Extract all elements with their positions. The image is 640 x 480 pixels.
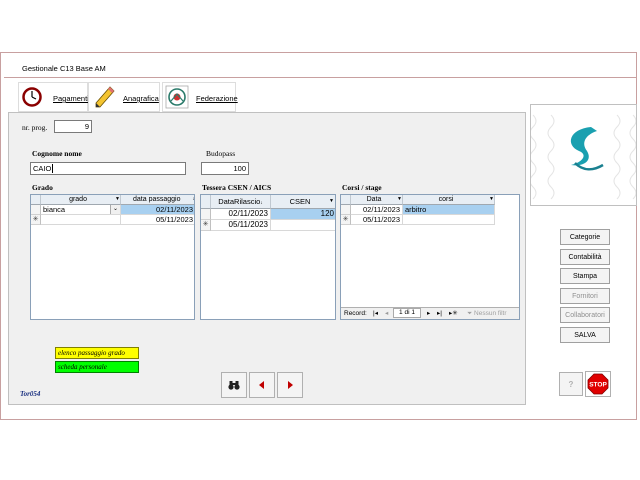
row-selector[interactable] xyxy=(31,205,41,215)
tessera-section-label: Tessera CSEN / AICS xyxy=(202,183,272,192)
new-record-icon[interactable]: ▸✳ xyxy=(449,308,458,319)
cognome-value: CAIO xyxy=(33,164,52,173)
grado-cell[interactable]: bianca ⌄ xyxy=(41,205,121,215)
wave-logo-icon xyxy=(531,114,636,200)
csen-cell[interactable]: 120 xyxy=(271,209,335,220)
filter-icon: ⏷ xyxy=(467,310,473,317)
tab-federazione[interactable]: Federazione xyxy=(162,82,238,112)
new-row-icon[interactable]: ✳ xyxy=(31,215,41,225)
text-cursor xyxy=(52,164,54,173)
stop-sign-icon: STOP xyxy=(587,373,609,395)
data-passaggio-col-header[interactable]: data passaggio ↓ xyxy=(121,195,195,205)
next-button[interactable] xyxy=(277,372,303,398)
row-selector[interactable] xyxy=(201,209,211,220)
categorie-button[interactable]: Categorie xyxy=(560,229,610,245)
data-col-header[interactable]: Data ▼ xyxy=(351,195,403,205)
csen-col-header[interactable]: CSEN ▼ xyxy=(271,195,335,209)
tab-anagrafica[interactable]: Anagrafica xyxy=(88,82,160,112)
data-rilascio-cell[interactable]: 05/11/2023 xyxy=(211,220,271,231)
csen-cell[interactable] xyxy=(271,220,335,231)
corsi-col-header[interactable]: corsi ▼ xyxy=(403,195,495,205)
tessera-col-data-label: DataRilascio xyxy=(218,197,261,206)
cognome-field[interactable]: CAIO xyxy=(30,162,186,175)
tab-federazione-label: Federazione xyxy=(196,94,238,103)
arrow-right-icon xyxy=(288,381,293,389)
footer-code: Tor054 xyxy=(20,390,41,398)
next-record-icon[interactable]: ▸ xyxy=(427,308,430,319)
corsi-col-corsi-label: corsi xyxy=(438,196,454,203)
grado-grid: grado ▼ data passaggio ↓ bianca ⌄ 02/11/2… xyxy=(30,194,195,320)
new-row-icon[interactable]: ✳ xyxy=(201,220,211,231)
last-record-icon[interactable]: ▸| xyxy=(437,308,442,319)
dropdown-arrow-icon: ▼ xyxy=(329,198,334,204)
salva-button[interactable]: SALVA xyxy=(560,327,610,343)
tab-pagamenti-label: Pagamenti xyxy=(53,94,89,103)
stop-label: STOP xyxy=(589,382,607,389)
nr-prog-label: nr. prog. xyxy=(22,123,48,132)
federation-badge-icon xyxy=(165,85,189,109)
elenco-passaggio-button[interactable]: elenco passaggio grado xyxy=(55,347,139,359)
dropdown-arrow-icon: ▼ xyxy=(397,196,402,202)
tessera-corner xyxy=(201,195,211,209)
record-navigator: Record: |◂ ◂ 1 di 1 ▸ ▸| ▸✳ ⏷ Nessun fil… xyxy=(341,307,519,319)
contabilita-button[interactable]: Contabilità xyxy=(560,249,610,265)
help-button[interactable]: ? xyxy=(559,372,583,396)
record-label: Record: xyxy=(344,310,367,317)
tab-anagrafica-label: Anagrafica xyxy=(123,94,159,103)
tessera-col-csen-label: CSEN xyxy=(289,197,311,206)
grado-col-grado-label: grado xyxy=(69,196,87,203)
data-passaggio-cell[interactable]: 05/11/2023 xyxy=(121,215,194,225)
corsi-grid: Data ▼ corsi ▼ 02/11/2023 arbitro ✳ 05/1… xyxy=(340,194,520,320)
prev-record-icon[interactable]: ◂ xyxy=(385,308,388,319)
grado-cell[interactable] xyxy=(41,215,121,225)
record-position[interactable]: 1 di 1 xyxy=(393,308,421,318)
pencil-icon xyxy=(95,86,115,108)
data-rilascio-col-header[interactable]: DataRilascio↓ xyxy=(211,195,271,209)
previous-button[interactable] xyxy=(249,372,275,398)
budopass-field[interactable]: 100 xyxy=(201,162,249,175)
corsi-name-cell[interactable] xyxy=(403,215,495,225)
corsi-col-data-label: Data xyxy=(366,196,382,203)
collaboratori-button[interactable]: Collaboratori xyxy=(560,307,610,323)
first-record-icon[interactable]: |◂ xyxy=(373,308,378,319)
clock-icon xyxy=(22,87,42,107)
app-title: Gestionale C13 Base AM xyxy=(22,64,106,73)
sort-icon: ↓ xyxy=(192,196,195,202)
filter-label: Nessun filtr xyxy=(474,310,507,317)
grado-col-header[interactable]: grado ▼ xyxy=(41,195,121,205)
corsi-section-label: Corsi / stage xyxy=(342,183,382,192)
combo-dropdown-icon[interactable]: ⌄ xyxy=(110,205,120,214)
sort-icon: ↓ xyxy=(260,200,263,206)
row-selector[interactable] xyxy=(341,205,351,215)
binoculars-icon xyxy=(228,381,240,390)
logo-image xyxy=(530,104,637,206)
data-passaggio-cell[interactable]: 02/11/2023 xyxy=(121,205,194,215)
filter-indicator[interactable]: ⏷ Nessun filtr xyxy=(467,308,519,319)
grado-cell-value: bianca xyxy=(43,205,66,214)
arrow-left-icon xyxy=(259,381,264,389)
grado-col-data-label: data passaggio xyxy=(133,196,181,203)
stampa-button[interactable]: Stampa xyxy=(560,268,610,284)
tessera-grid: DataRilascio↓ CSEN ▼ 02/11/2023 120 ✳ 05… xyxy=(200,194,336,320)
fornitori-button[interactable]: Fornitori xyxy=(560,288,610,304)
corsi-data-cell[interactable]: 02/11/2023 xyxy=(351,205,403,215)
binoculars-button[interactable] xyxy=(221,372,247,398)
dropdown-arrow-icon: ▼ xyxy=(489,196,494,202)
corsi-corner xyxy=(341,195,351,205)
scheda-personale-button[interactable]: scheda personale xyxy=(55,361,139,373)
dropdown-arrow-icon: ▼ xyxy=(115,196,120,202)
nr-prog-field[interactable]: 9 xyxy=(54,120,92,133)
grado-corner xyxy=(31,195,41,205)
data-rilascio-cell[interactable]: 02/11/2023 xyxy=(211,209,271,220)
budopass-label: Budopass xyxy=(206,149,236,158)
stop-button[interactable]: STOP xyxy=(585,371,611,397)
corsi-name-cell[interactable]: arbitro xyxy=(403,205,495,215)
new-row-icon[interactable]: ✳ xyxy=(341,215,351,225)
grado-section-label: Grado xyxy=(32,183,53,192)
tab-pagamenti[interactable]: Pagamenti xyxy=(18,82,89,112)
question-icon: ? xyxy=(568,379,574,389)
cognome-label: Cognome nome xyxy=(32,149,82,158)
corsi-data-cell[interactable]: 05/11/2023 xyxy=(351,215,403,225)
